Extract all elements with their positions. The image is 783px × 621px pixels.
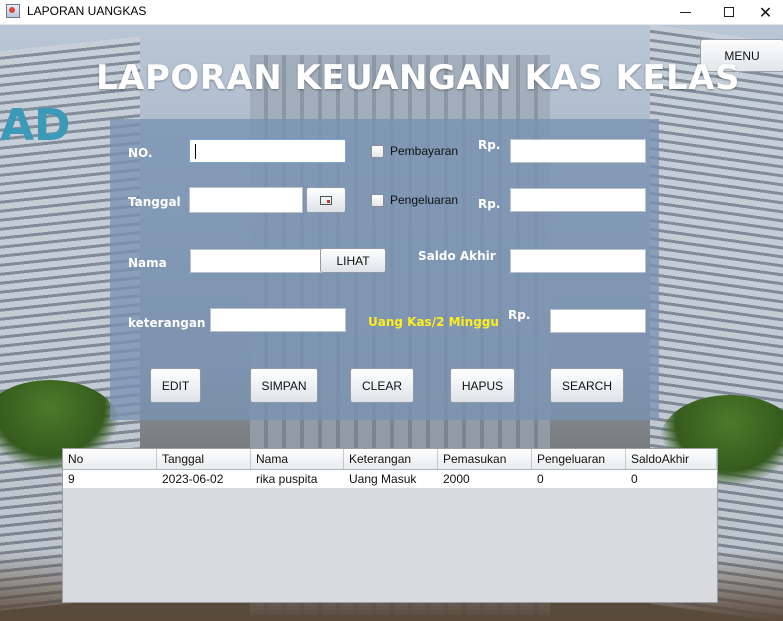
close-button[interactable]: ✕ <box>748 0 783 24</box>
window-titlebar: LAPORAN UANGKAS ✕ <box>0 0 783 25</box>
close-icon: ✕ <box>758 2 773 22</box>
table-header: No Tanggal Nama Keterangan Pemasukan Pen… <box>63 449 717 470</box>
pengeluaran-label: Pengeluaran <box>390 193 459 207</box>
date-picker-button[interactable] <box>306 187 346 213</box>
table-row[interactable]: 9 2023-06-02 rika puspita Uang Masuk 200… <box>63 470 717 488</box>
pembayaran-label: Pembayaran <box>390 144 459 158</box>
cell-nama: rika puspita <box>256 472 318 486</box>
uang-kas-label: Uang Kas/2 Minggu <box>368 315 499 329</box>
column-header-nama[interactable]: Nama <box>251 449 344 469</box>
no-label: NO. <box>128 146 153 160</box>
building-sign: AD <box>0 100 71 151</box>
cell-no: 9 <box>68 472 75 486</box>
tanggal-label: Tanggal <box>128 195 181 209</box>
rp-label-3: Rp. <box>508 308 531 322</box>
nama-input[interactable] <box>190 249 324 273</box>
column-header-no[interactable]: No <box>63 449 157 469</box>
saldo-akhir-label: Saldo Akhir <box>418 249 496 263</box>
pengeluaran-checkbox[interactable] <box>371 194 384 207</box>
edit-button[interactable]: EDIT <box>150 368 201 403</box>
lihat-button[interactable]: LIHAT <box>320 248 386 273</box>
rp-label-1: Rp. <box>478 138 501 152</box>
nama-label: Nama <box>128 256 167 270</box>
maximize-button[interactable] <box>706 0 752 24</box>
uang-kas-input[interactable] <box>550 309 646 333</box>
no-input[interactable] <box>189 139 346 163</box>
column-header-pengeluaran[interactable]: Pengeluaran <box>532 449 626 469</box>
cell-pemasukan: 2000 <box>443 472 470 486</box>
minimize-button[interactable] <box>662 0 708 24</box>
keterangan-input[interactable] <box>210 308 346 332</box>
data-table[interactable]: No Tanggal Nama Keterangan Pemasukan Pen… <box>62 448 718 603</box>
page-title: LAPORAN KEUANGAN KAS KELAS <box>96 58 741 98</box>
column-header-saldo-akhir[interactable]: SaldoAkhir <box>626 449 717 469</box>
column-header-keterangan[interactable]: Keterangan <box>344 449 438 469</box>
keterangan-label: keterangan <box>128 316 206 330</box>
maximize-icon <box>724 7 734 17</box>
saldo-akhir-input[interactable] <box>510 249 646 273</box>
rp-pengeluaran-input[interactable] <box>510 188 646 212</box>
column-header-pemasukan[interactable]: Pemasukan <box>438 449 532 469</box>
calendar-icon <box>320 195 332 205</box>
hapus-button[interactable]: HAPUS <box>450 368 515 403</box>
minimize-icon <box>679 11 691 13</box>
clear-button[interactable]: CLEAR <box>350 368 414 403</box>
rp-pembayaran-input[interactable] <box>510 139 646 163</box>
column-header-tanggal[interactable]: Tanggal <box>157 449 251 469</box>
app-icon <box>6 4 20 18</box>
simpan-button[interactable]: SIMPAN <box>250 368 318 403</box>
tanggal-input[interactable] <box>189 187 303 213</box>
cell-tanggal: 2023-06-02 <box>162 472 224 486</box>
window-title: LAPORAN UANGKAS <box>27 4 147 18</box>
search-button[interactable]: SEARCH <box>550 368 624 403</box>
cell-pengeluaran: 0 <box>537 472 544 486</box>
text-caret <box>195 144 196 159</box>
pembayaran-checkbox[interactable] <box>371 145 384 158</box>
rp-label-2: Rp. <box>478 197 501 211</box>
cell-saldo-akhir: 0 <box>631 472 638 486</box>
cell-keterangan: Uang Masuk <box>349 472 417 486</box>
